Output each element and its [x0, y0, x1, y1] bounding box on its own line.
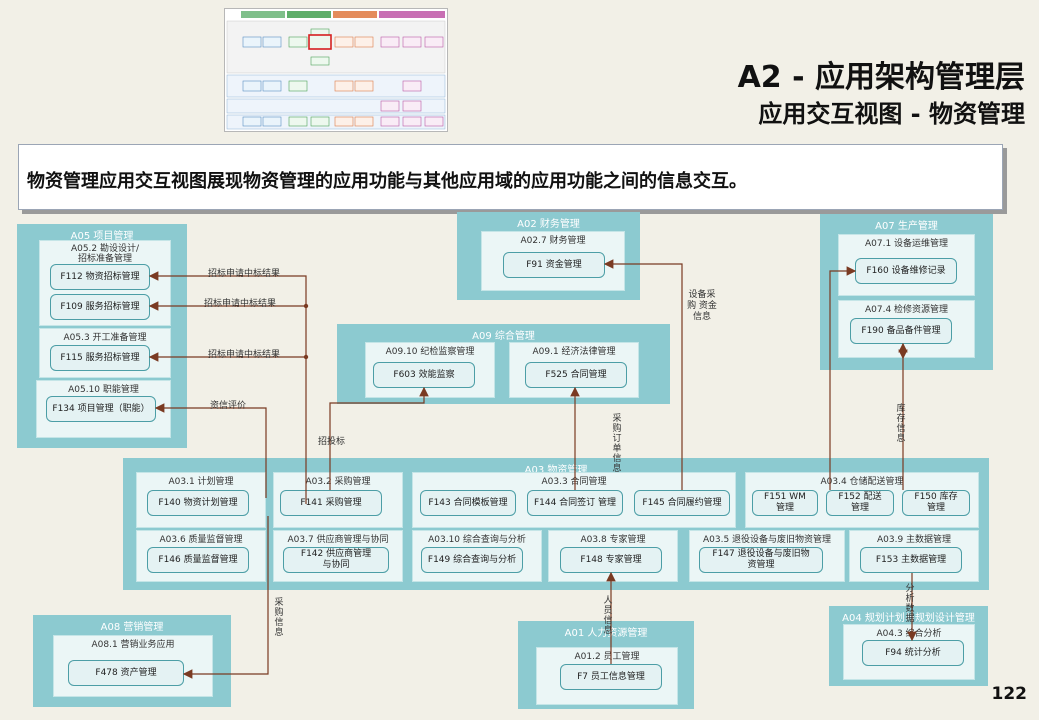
- sub-a05-2-title: A05.2 勘设设计/招标准备管理: [70, 244, 140, 264]
- sub-a03-7-title: A03.7 供应商管理与协同: [287, 535, 389, 545]
- domain-a07: A07 生产管理 A07.1 设备运维管理 A07.4 检修资源管理: [820, 214, 993, 370]
- func-f150[interactable]: F150 库存管理: [902, 490, 970, 516]
- sub-a05-10-title: A05.10 职能管理: [68, 385, 139, 395]
- func-f142[interactable]: F142 供应商管理与协同: [283, 547, 389, 573]
- func-f144[interactable]: F144 合同签订 管理: [527, 490, 623, 516]
- page-title: A2 - 应用架构管理层: [737, 60, 1025, 95]
- description-banner: 物资管理应用交互视图展现物资管理的应用功能与其他应用域的应用功能之间的信息交互。: [18, 144, 1003, 210]
- page-number: 122: [991, 684, 1028, 704]
- func-f145[interactable]: F145 合同履约管理: [634, 490, 730, 516]
- sub-a03-10-title: A03.10 综合查询与分析: [428, 535, 526, 545]
- flow-label-bid1: 招标申请中标结果: [208, 269, 281, 279]
- domain-a09-title: A09 综合管理: [472, 331, 535, 342]
- flow-label-purchase-order: 采购订单信息: [612, 414, 622, 474]
- sub-a01-2-title: A01.2 员工管理: [574, 652, 640, 662]
- func-f134[interactable]: F134 项目管理（职能）: [46, 396, 156, 422]
- func-f147[interactable]: F147 退役设备与废旧物资管理: [699, 547, 823, 573]
- flow-label-analysis: 分析数据: [905, 584, 915, 624]
- func-f109[interactable]: F109 服务招标管理: [50, 294, 150, 320]
- flow-label-payment: 设备采购 资金信息: [687, 290, 717, 322]
- description-text: 物资管理应用交互视图展现物资管理的应用功能与其他应用域的应用功能之间的信息交互。: [27, 171, 747, 192]
- domain-a03: A03 物资管理 A03.1 计划管理 A03.2 采购管理 A03.3 合同管…: [123, 458, 989, 590]
- domain-a07-title: A07 生产管理: [875, 221, 938, 232]
- func-f141[interactable]: F141 采购管理: [280, 490, 382, 516]
- flow-label-procure: 采购信息: [274, 598, 284, 638]
- sub-a04-3-title: A04.3 综合分析: [876, 629, 942, 639]
- func-f94[interactable]: F94 统计分析: [862, 640, 964, 666]
- sub-a07-4-title: A07.4 检修资源管理: [864, 305, 949, 315]
- sub-a02-7-title: A02.7 财务管理: [520, 236, 586, 246]
- sub-a03-9-title: A03.9 主数据管理: [876, 535, 952, 545]
- func-f603[interactable]: F603 效能监察: [373, 362, 475, 388]
- page-subtitle: 应用交互视图 - 物资管理: [758, 100, 1025, 128]
- func-f146[interactable]: F146 质量监督管理: [147, 547, 249, 573]
- sub-a03-6-title: A03.6 质量监督管理: [159, 535, 243, 545]
- domain-a02-title: A02 财务管理: [517, 219, 580, 230]
- func-f143[interactable]: F143 合同模板管理: [420, 490, 516, 516]
- sub-a07-1-title: A07.1 设备运维管理: [864, 239, 949, 249]
- func-f151[interactable]: F151 WM管理: [752, 490, 818, 516]
- flow-label-bid3: 招标申请中标结果: [208, 350, 281, 360]
- flow-label-bid2: 招标申请中标结果: [204, 299, 277, 309]
- sub-a09-10-title: A09.10 纪检监察管理: [385, 347, 475, 357]
- sub-a03-2-title: A03.2 采购管理: [305, 477, 371, 487]
- sub-a03-5-title: A03.5 退役设备与废旧物资管理: [702, 535, 832, 545]
- sub-a03-1-title: A03.1 计划管理: [168, 477, 234, 487]
- sub-a03-4-title: A03.4 仓储配送管理: [820, 477, 904, 487]
- sub-a05-3-title: A05.3 开工准备管理: [63, 333, 147, 343]
- sub-a03-3-title: A03.3 合同管理: [541, 477, 607, 487]
- func-f91[interactable]: F91 资金管理: [503, 252, 605, 278]
- flow-label-staff: 人员信息: [603, 596, 613, 636]
- func-f148[interactable]: F148 专家管理: [560, 547, 662, 573]
- overview-thumbnail: [224, 8, 448, 132]
- sub-a09-1-title: A09.1 经济法律管理: [532, 347, 616, 357]
- func-f153[interactable]: F153 主数据管理: [860, 547, 962, 573]
- flow-label-inventory: 库存信息: [896, 404, 906, 444]
- func-f160[interactable]: F160 设备维修记录: [855, 258, 957, 284]
- flow-label-tender: 招投标: [318, 437, 346, 447]
- func-f190[interactable]: F190 备品备件管理: [850, 318, 952, 344]
- func-f149[interactable]: F149 综合查询与分析: [421, 547, 523, 573]
- flow-label-credit: 资信评价: [210, 401, 247, 411]
- func-f7[interactable]: F7 员工信息管理: [560, 664, 662, 690]
- func-f478[interactable]: F478 资产管理: [68, 660, 184, 686]
- func-f115[interactable]: F115 服务招标管理: [50, 345, 150, 371]
- func-f112[interactable]: F112 物资招标管理: [50, 264, 150, 290]
- sub-a03-8-title: A03.8 专家管理: [580, 535, 646, 545]
- func-f525[interactable]: F525 合同管理: [525, 362, 627, 388]
- sub-a08-1-title: A08.1 营销业务应用: [91, 640, 175, 650]
- domain-a08-title: A08 营销管理: [100, 622, 164, 633]
- func-f152[interactable]: F152 配送管理: [826, 490, 894, 516]
- func-f140[interactable]: F140 物资计划管理: [147, 490, 249, 516]
